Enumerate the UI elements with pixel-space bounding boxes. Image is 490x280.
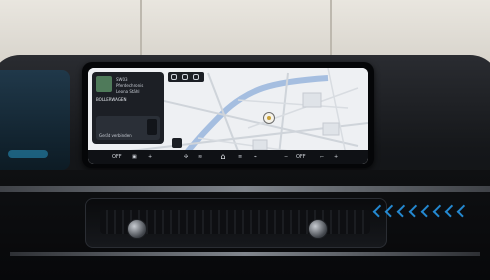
cluster-glow — [8, 150, 48, 158]
left-plus-icon[interactable]: + — [148, 154, 152, 160]
ambient-chevron — [456, 204, 470, 218]
car-interior-photo: SW03 Pferdechronis Leona Stähl BOLLERWAG… — [0, 0, 490, 280]
ambient-light-strip — [372, 204, 470, 218]
climate-icon[interactable]: ≡ — [238, 154, 242, 160]
wall-seam — [140, 0, 142, 62]
home-icon[interactable]: ⌂ — [218, 152, 228, 162]
settings-button[interactable] — [172, 138, 182, 148]
bottom-control-bar[interactable]: OFF ▣ + ✣ ≋ ⌂ ≡ ⌁ − OFF ⌐ + — [88, 150, 368, 164]
media-line-1: SW03 — [116, 77, 128, 82]
wall-seam — [330, 0, 332, 62]
right-minus-icon[interactable]: − — [284, 154, 288, 160]
chrome-trim — [0, 186, 490, 192]
lower-chrome-trim — [10, 252, 480, 256]
media-line-3: Leona Stähl — [116, 89, 140, 94]
media-widget[interactable]: SW03 Pferdechronis Leona Stähl BOLLERWAG… — [92, 72, 164, 144]
layers-icon[interactable] — [182, 74, 188, 80]
media-line-2: Pferdechronis — [116, 83, 144, 88]
location-pin[interactable] — [263, 112, 275, 124]
album-art — [96, 76, 112, 92]
route-icon[interactable] — [193, 74, 199, 80]
right-seat-icon[interactable]: ⌐ — [320, 154, 324, 160]
phone-icon — [147, 119, 157, 135]
left-seat-icon[interactable]: ▣ — [132, 154, 137, 160]
media-title: BOLLERWAGEN — [96, 97, 127, 102]
map-toolbar[interactable] — [168, 72, 204, 82]
search-icon[interactable] — [171, 74, 177, 80]
infotainment-screen[interactable]: SW03 Pferdechronis Leona Stähl BOLLERWAG… — [88, 68, 368, 164]
left-temp[interactable]: OFF — [112, 154, 122, 160]
phone-card[interactable]: Gerät verbinden — [96, 116, 160, 140]
phone-label: Gerät verbinden — [99, 133, 132, 138]
defrost-icon[interactable]: ≋ — [198, 154, 202, 160]
right-temp[interactable]: OFF — [296, 154, 306, 160]
seat-heat-icon[interactable]: ⌁ — [254, 154, 257, 160]
right-plus-icon[interactable]: + — [334, 154, 338, 160]
fan-icon[interactable]: ✣ — [184, 154, 188, 160]
vent-knob-right[interactable] — [308, 219, 328, 239]
vent-knob-left[interactable] — [127, 219, 147, 239]
